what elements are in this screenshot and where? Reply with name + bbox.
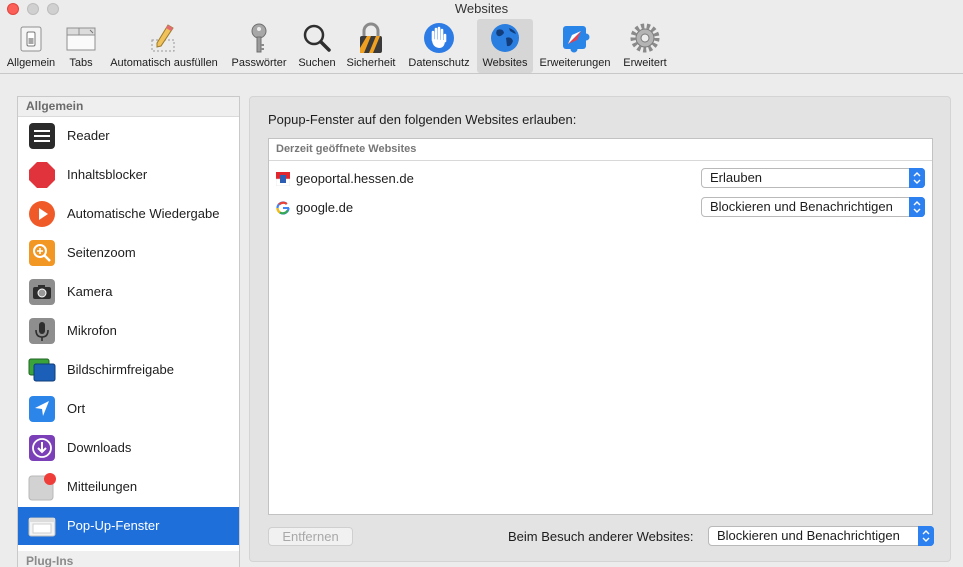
- sidebar-item-downloads[interactable]: Downloads: [18, 429, 239, 467]
- globe-icon: [491, 24, 519, 52]
- toolbar-label: Allgemein: [6, 57, 56, 69]
- toolbar-label: Passwörter: [231, 57, 287, 69]
- gear-icon: [630, 23, 660, 53]
- magnifier-icon: [303, 24, 331, 52]
- sidebar-item-page-zoom[interactable]: Seitenzoom: [18, 234, 239, 272]
- chevron-updown-icon: [909, 168, 925, 188]
- sidebar-item-camera[interactable]: Kamera: [18, 273, 239, 311]
- title-bar: Websites: [0, 0, 963, 18]
- minimize-button[interactable]: [27, 3, 39, 15]
- site-name: geoportal.hessen.de: [296, 171, 414, 186]
- sidebar-header: Allgemein: [18, 97, 239, 117]
- sidebar-item-label: Mikrofon: [67, 323, 117, 338]
- notification-icon: [28, 473, 56, 501]
- toolbar-item-tabs[interactable]: Tabs: [61, 19, 101, 73]
- camera-icon: [29, 279, 55, 305]
- sidebar: Allgemein Reader Inhaltsblocker Automati…: [17, 96, 240, 567]
- site-setting-dropdown[interactable]: Erlauben: [701, 168, 925, 188]
- pencil-icon: [151, 24, 175, 52]
- sidebar-item-label: Bildschirmfreigabe: [67, 362, 174, 377]
- toolbar-label: Sicherheit: [346, 57, 396, 69]
- lock-icon: [360, 22, 382, 53]
- zoom-button[interactable]: [47, 3, 59, 15]
- settings-pane: Popup-Fenster auf den folgenden Websites…: [249, 96, 951, 562]
- puzzle-icon: [563, 26, 590, 53]
- tabs-icon: [66, 27, 96, 51]
- websites-table: Derzeit geöffnete Websites geoportal.hes…: [268, 138, 933, 515]
- site-name: google.de: [296, 200, 354, 215]
- sidebar-item-label: Ort: [67, 401, 86, 416]
- toolbar-item-websites[interactable]: Websites: [477, 19, 533, 73]
- window-controls: [7, 3, 59, 15]
- chevron-updown-icon: [918, 526, 934, 546]
- dropdown-value: Blockieren und Benachrichtigen: [717, 528, 900, 543]
- close-button[interactable]: [7, 3, 19, 15]
- sidebar-item-label: Mitteilungen: [67, 479, 138, 494]
- sidebar-item-label: Inhaltsblocker: [67, 167, 148, 182]
- sidebar-item-label: Reader: [67, 128, 110, 143]
- toolbar-item-privacy[interactable]: Datenschutz: [404, 19, 474, 73]
- sidebar-section-plugins: Plug-Ins: [18, 551, 239, 567]
- other-websites-label: Beim Besuch anderer Websites:: [508, 529, 694, 544]
- sidebar-item-label: Downloads: [67, 440, 132, 455]
- toolbar-label: Tabs: [69, 57, 93, 69]
- toolbar-label: Datenschutz: [408, 57, 470, 69]
- toolbar-item-security[interactable]: Sicherheit: [343, 19, 399, 73]
- hand-icon: [424, 23, 454, 53]
- toolbar-label: Websites: [482, 57, 528, 69]
- switch-icon: [20, 26, 42, 52]
- sidebar-item-notifications[interactable]: Mitteilungen: [18, 468, 239, 506]
- screen-share-icon: [28, 358, 56, 382]
- toolbar-item-autofill[interactable]: Automatisch ausfüllen: [104, 19, 224, 73]
- preferences-toolbar: Allgemein Tabs Automatisch ausfüllen Pas…: [0, 18, 963, 74]
- sidebar-item-microphone[interactable]: Mikrofon: [18, 312, 239, 350]
- toolbar-item-advanced[interactable]: Erweitert: [618, 19, 672, 73]
- sidebar-item-reader[interactable]: Reader: [18, 117, 239, 155]
- toolbar-item-search[interactable]: Suchen: [294, 19, 340, 73]
- key-icon: [251, 23, 267, 53]
- reader-icon: [29, 123, 55, 149]
- other-websites-dropdown[interactable]: Blockieren und Benachrichtigen: [708, 526, 934, 546]
- dropdown-value: Erlauben: [710, 170, 763, 185]
- sidebar-item-autoplay[interactable]: Automatische Wiedergabe: [18, 195, 239, 233]
- toolbar-label: Suchen: [298, 57, 336, 69]
- sidebar-item-content-blockers[interactable]: Inhaltsblocker: [18, 156, 239, 194]
- table-row[interactable]: google.de Blockieren und Benachrichtigen: [269, 193, 932, 222]
- table-header: Derzeit geöffnete Websites: [269, 139, 932, 161]
- window-title: Websites: [454, 1, 509, 16]
- microphone-icon: [29, 318, 55, 344]
- toolbar-item-passwords[interactable]: Passwörter: [228, 19, 290, 73]
- toolbar-label: Automatisch ausfüllen: [110, 57, 218, 69]
- sidebar-item-location[interactable]: Ort: [18, 390, 239, 428]
- toolbar-item-allgemein[interactable]: Allgemein: [3, 19, 59, 73]
- table-row[interactable]: geoportal.hessen.de Erlauben: [269, 164, 932, 193]
- hessen-flag-icon: [276, 172, 290, 186]
- location-icon: [29, 396, 55, 422]
- play-icon: [29, 201, 55, 227]
- sidebar-item-label: Pop-Up-Fenster: [67, 518, 160, 533]
- stop-sign-icon: [29, 162, 55, 188]
- toolbar-label: Erweitert: [623, 57, 667, 69]
- remove-button[interactable]: Entfernen: [268, 527, 353, 546]
- sidebar-item-label: Kamera: [67, 284, 113, 299]
- zoom-icon: [29, 240, 55, 266]
- toolbar-label: Erweiterungen: [539, 57, 611, 69]
- sidebar-item-popup-windows[interactable]: Pop-Up-Fenster: [18, 507, 239, 545]
- sidebar-item-label: Seitenzoom: [67, 245, 136, 260]
- pane-title: Popup-Fenster auf den folgenden Websites…: [268, 112, 577, 127]
- site-setting-dropdown[interactable]: Blockieren und Benachrichtigen: [701, 197, 925, 217]
- sidebar-item-label: Automatische Wiedergabe: [67, 206, 220, 221]
- chevron-updown-icon: [909, 197, 925, 217]
- popup-window-icon: [28, 517, 56, 537]
- dropdown-value: Blockieren und Benachrichtigen: [710, 199, 893, 214]
- toolbar-item-extensions[interactable]: Erweiterungen: [536, 19, 614, 73]
- download-icon: [29, 435, 55, 461]
- google-g-icon: [276, 201, 290, 215]
- sidebar-item-screen-sharing[interactable]: Bildschirmfreigabe: [18, 351, 239, 389]
